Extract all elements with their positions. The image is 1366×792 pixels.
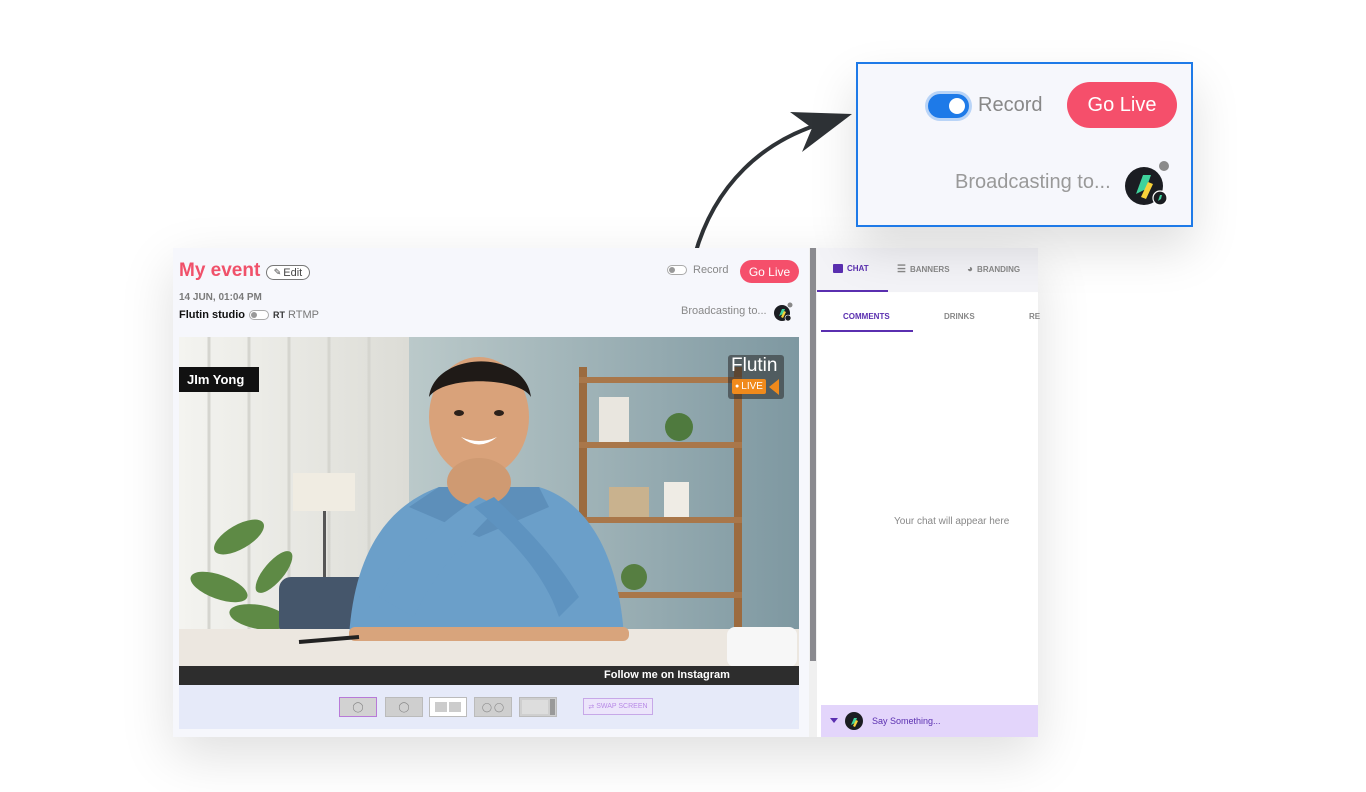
chat-user-avatar[interactable] <box>844 711 864 731</box>
record-toggle-zoomed[interactable] <box>928 94 969 118</box>
tab-chat-label: CHAT <box>847 264 869 273</box>
chat-input-bar[interactable]: Say Something... <box>821 705 1038 737</box>
screen-icon <box>521 700 548 714</box>
layout-split-boxed[interactable] <box>429 697 467 717</box>
chat-input-placeholder: Say Something... <box>872 716 941 726</box>
active-subtab-indicator <box>821 330 913 332</box>
studio-row: Flutin studio RT RTMP <box>179 309 319 321</box>
broadcasting-label-zoomed: Broadcasting to... <box>955 171 1111 193</box>
subtab-more[interactable]: RE <box>1029 312 1040 321</box>
speaker-name-tag: JIm Yong <box>179 367 259 392</box>
person-icon: ◯ <box>481 701 492 712</box>
studio-toggle[interactable] <box>248 310 269 320</box>
record-label: Record <box>693 264 729 276</box>
chat-subtabs: COMMENTS DRINKS RE <box>817 298 1040 332</box>
record-label-zoomed: Record <box>978 94 1043 116</box>
rtmp-option[interactable]: RT RTMP <box>273 309 319 321</box>
layout-screen-share[interactable] <box>519 697 557 717</box>
subtab-comments[interactable]: COMMENTS <box>843 312 890 321</box>
caption-text: Follow me on Instagram <box>604 669 730 681</box>
live-badge-text: LIVE <box>741 381 763 392</box>
pencil-icon: ✎ <box>273 267 282 277</box>
tab-branding-label: BRANDING <box>977 265 1021 274</box>
speaker-icon <box>769 379 779 395</box>
active-tab-indicator <box>817 290 888 292</box>
swap-label: SWAP SCREEN <box>596 703 648 710</box>
panel-scrollbar[interactable] <box>809 248 817 737</box>
edit-label: Edit <box>283 266 303 279</box>
chat-sidebar: CHAT ☰ BANNERS ◕ BRANDING COMMENTS DRINK… <box>817 248 1040 737</box>
brand-name: Flutin <box>731 355 778 376</box>
banners-icon: ☰ <box>897 264 906 275</box>
studio-label: Flutin studio <box>179 309 245 321</box>
layout-split[interactable]: ◯ ◯ <box>474 697 512 717</box>
event-date: 14 JUN, 01:04 PM <box>179 292 262 303</box>
layout-solo[interactable]: ◯ <box>339 697 377 717</box>
sidebar-tabs: CHAT ☰ BANNERS ◕ BRANDING <box>817 248 1038 292</box>
record-control: Record <box>667 264 728 276</box>
tab-chat[interactable]: CHAT <box>833 264 869 273</box>
layout-bar: ◯ ◯ ◯ ◯ ⇄ SWAP SCREEN <box>179 685 799 729</box>
edit-button[interactable]: ✎ Edit <box>266 265 310 280</box>
stage-panel: My event ✎ Edit 14 JUN, 01:04 PM Flutin … <box>173 248 809 737</box>
broadcasting-label: Broadcasting to... <box>681 305 767 317</box>
sidebar-strip-icon <box>549 699 555 715</box>
chat-icon <box>833 264 843 273</box>
live-dot-icon: ● <box>735 383 740 390</box>
record-toggle[interactable] <box>667 265 687 275</box>
zoom-callout: Record Go Live Broadcasting to... <box>856 62 1193 227</box>
layout-solo-small[interactable]: ◯ <box>385 697 423 717</box>
video-preview[interactable]: JIm Yong Flutin ● LIVE Follow me on Inst… <box>179 337 799 685</box>
person-icon: ◯ <box>494 701 505 712</box>
tab-banners-label: BANNERS <box>909 265 950 274</box>
swap-icon: ⇄ <box>588 703 597 711</box>
destination-avatar-zoomed[interactable] <box>1123 160 1171 208</box>
chat-empty-state: Your chat will appear here <box>894 516 1010 527</box>
event-title: My event <box>179 260 261 281</box>
person-icon: ◯ <box>398 701 410 713</box>
tab-branding[interactable]: ◕ BRANDING <box>967 264 1020 275</box>
destination-avatar[interactable] <box>773 302 793 322</box>
video-frame-illustration <box>179 337 799 685</box>
person-icon <box>449 702 461 712</box>
go-live-button-zoomed[interactable]: Go Live <box>1067 82 1177 128</box>
palette-icon: ◕ <box>967 264 974 275</box>
live-badge: ● LIVE <box>732 379 766 394</box>
tab-banners[interactable]: ☰ BANNERS <box>897 264 950 275</box>
subtab-drinks[interactable]: DRINKS <box>944 312 975 321</box>
chevron-down-icon[interactable] <box>830 718 838 723</box>
rtmp-icon: RT <box>272 310 285 320</box>
person-icon <box>435 702 447 712</box>
swap-screen-button[interactable]: ⇄ SWAP SCREEN <box>583 698 653 715</box>
rtmp-label: RTMP <box>287 309 319 321</box>
brand-logo-overlay: Flutin ● LIVE <box>728 355 784 399</box>
person-icon: ◯ <box>352 701 364 713</box>
studio-app: My event ✎ Edit 14 JUN, 01:04 PM Flutin … <box>173 248 1040 737</box>
go-live-button[interactable]: Go Live <box>740 260 799 283</box>
caption-banner: Follow me on Instagram <box>179 666 799 685</box>
